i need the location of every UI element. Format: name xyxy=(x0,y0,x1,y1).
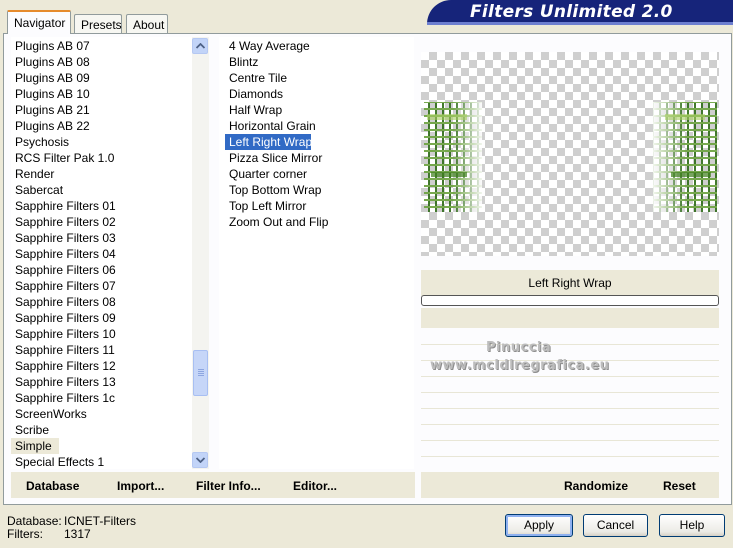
preview-image xyxy=(424,102,717,212)
database-value: ICNET-Filters xyxy=(64,514,136,528)
category-item[interactable]: Sapphire Filters 07 xyxy=(11,278,191,294)
editor-button[interactable]: Editor... xyxy=(293,478,337,494)
parameter-area xyxy=(421,308,719,328)
parameter-row-divider xyxy=(421,344,719,345)
import-button[interactable]: Import... xyxy=(117,478,164,494)
left-toolbar: Database Import... Filter Info... Editor… xyxy=(11,472,415,498)
category-item[interactable]: Sabercat xyxy=(11,182,191,198)
parameter-row-divider xyxy=(421,408,719,409)
filter-preview xyxy=(421,52,719,256)
category-item[interactable]: Sapphire Filters 10 xyxy=(11,326,191,342)
filter-info-button[interactable]: Filter Info... xyxy=(196,478,261,494)
filter-item[interactable]: Quarter corner xyxy=(225,166,307,182)
help-button[interactable]: Help xyxy=(659,514,725,537)
category-item[interactable]: Sapphire Filters 02 xyxy=(11,214,191,230)
watermark-name: Pinuccia xyxy=(486,340,552,355)
tab-navigator[interactable]: Navigator xyxy=(7,10,71,34)
category-item[interactable]: Sapphire Filters 01 xyxy=(11,198,191,214)
category-list[interactable]: Plugins AB 07 Plugins AB 08 Plugins AB 09 P… xyxy=(11,37,192,469)
category-item[interactable]: Sapphire Filters 13 xyxy=(11,374,191,390)
right-toolbar: Randomize Reset xyxy=(421,472,719,498)
cancel-button[interactable]: Cancel xyxy=(583,514,648,537)
filter-item[interactable]: Top Left Mirror xyxy=(225,198,306,214)
parameter-row-divider xyxy=(421,440,719,441)
category-item[interactable]: Plugins AB 09 xyxy=(11,70,191,86)
category-item[interactable]: Plugins AB 07 xyxy=(11,38,191,54)
category-item[interactable]: Render xyxy=(11,166,191,182)
database-button[interactable]: Database xyxy=(26,478,79,494)
reset-button[interactable]: Reset xyxy=(663,478,696,494)
category-item[interactable]: Plugins AB 10 xyxy=(11,86,191,102)
scroll-up-button[interactable] xyxy=(192,38,208,54)
randomize-button[interactable]: Randomize xyxy=(564,478,628,494)
title-banner-underline xyxy=(427,22,733,25)
category-item[interactable]: Scribe xyxy=(11,422,191,438)
category-item[interactable]: Sapphire Filters 06 xyxy=(11,262,191,278)
tab-about[interactable]: About xyxy=(126,14,168,33)
category-item[interactable]: Psychosis xyxy=(11,134,191,150)
chevron-down-icon xyxy=(195,457,205,463)
parameter-row-divider xyxy=(421,376,719,377)
filter-item[interactable]: Diamonds xyxy=(225,86,283,102)
filter-item[interactable]: Half Wrap xyxy=(225,102,282,118)
category-item[interactable]: Plugins AB 21 xyxy=(11,102,191,118)
category-item[interactable]: Sapphire Filters 12 xyxy=(11,358,191,374)
category-item[interactable]: Plugins AB 08 xyxy=(11,54,191,70)
progress-bar xyxy=(421,295,719,306)
parameter-row-divider xyxy=(421,424,719,425)
filter-item[interactable]: 4 Way Average xyxy=(225,38,310,54)
category-item[interactable]: Sapphire Filters 08 xyxy=(11,294,191,310)
filter-item[interactable]: Centre Tile xyxy=(225,70,287,86)
filter-item[interactable]: Blintz xyxy=(225,54,258,70)
category-scrollbar[interactable] xyxy=(192,37,209,469)
filter-item[interactable]: Top Bottom Wrap xyxy=(225,182,321,198)
filters-count-label: Filters: xyxy=(7,527,43,541)
database-label: Database: xyxy=(7,514,62,528)
filter-list[interactable]: 4 Way Average Blintz Centre Tile Diamonds Ha… xyxy=(219,37,414,469)
filter-item[interactable]: Left Right Wrap xyxy=(225,134,312,150)
category-item[interactable]: Simple xyxy=(11,438,59,454)
scroll-thumb[interactable] xyxy=(193,350,208,396)
watermark-url: www.mcldlregrafica.eu xyxy=(430,358,610,373)
category-item[interactable]: Special Effects 1 xyxy=(11,454,191,469)
filter-item[interactable]: Horizontal Grain xyxy=(225,118,316,134)
category-item[interactable]: RCS Filter Pak 1.0 xyxy=(11,150,191,166)
parameter-row-divider xyxy=(421,392,719,393)
filter-item[interactable]: Pizza Slice Mirror xyxy=(225,150,322,166)
category-item[interactable]: Sapphire Filters 04 xyxy=(11,246,191,262)
app-title: Filters Unlimited 2.0 xyxy=(470,2,673,22)
chevron-up-icon xyxy=(195,43,205,49)
category-item[interactable]: Plugins AB 22 xyxy=(11,118,191,134)
filter-item[interactable]: Zoom Out and Flip xyxy=(225,214,328,230)
selected-filter-name: Left Right Wrap xyxy=(421,270,719,296)
tab-presets[interactable]: Presets xyxy=(74,14,122,33)
category-item[interactable]: ScreenWorks xyxy=(11,406,191,422)
category-item[interactable]: Sapphire Filters 09 xyxy=(11,310,191,326)
category-item[interactable]: Sapphire Filters 03 xyxy=(11,230,191,246)
apply-button[interactable]: Apply xyxy=(505,514,573,537)
category-item[interactable]: Sapphire Filters 1c xyxy=(11,390,191,406)
category-item[interactable]: Sapphire Filters 11 xyxy=(11,342,191,358)
parameter-row-divider xyxy=(421,456,719,457)
filters-count-value: 1317 xyxy=(64,527,91,541)
scroll-down-button[interactable] xyxy=(192,452,208,468)
